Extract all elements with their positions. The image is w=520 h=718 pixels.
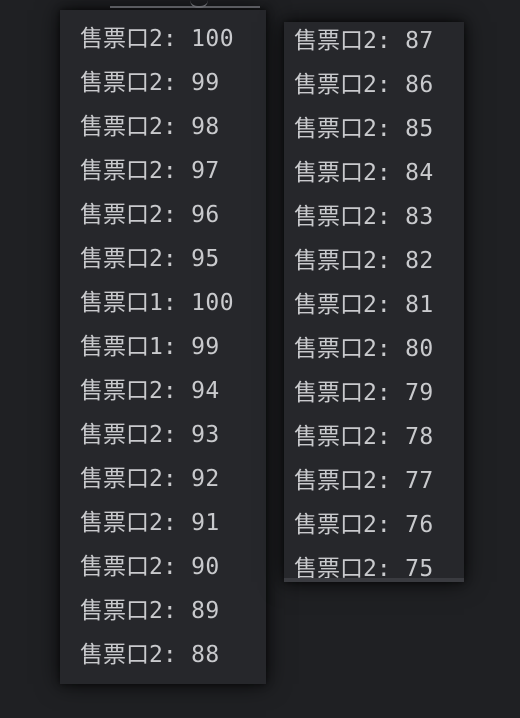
ticket-window-label: 售票口2: [294,248,391,274]
ticket-remaining-count: 95 [191,246,220,272]
ticket-window-label: 售票口2: [294,116,391,142]
ticket-remaining-count: 84 [405,160,434,186]
console-line: 售票口2: 82 [294,244,464,288]
ticket-remaining-count: 87 [405,28,434,54]
ticket-remaining-count: 98 [191,114,220,140]
console-line: 售票口2: 77 [294,464,464,508]
ticket-window-label: 售票口2: [294,512,391,538]
console-line: 售票口2: 89 [80,594,266,638]
ticket-remaining-count: 88 [191,642,220,668]
panel-bottom-edge [284,578,464,582]
console-line: 售票口2: 93 [80,418,266,462]
console-line: 售票口1: 99 [80,330,266,374]
ticket-window-label: 售票口2: [294,556,391,580]
ticket-remaining-count: 100 [191,290,235,316]
console-line: 售票口2: 94 [80,374,266,418]
ticket-window-label: 售票口2: [80,70,177,96]
ticket-remaining-count: 97 [191,158,220,184]
ticket-window-label: 售票口2: [80,158,177,184]
console-line: 售票口2: 92 [80,462,266,506]
ticket-remaining-count: 76 [405,512,434,538]
cropped-header-fragment [110,0,260,8]
ticket-remaining-count: 99 [191,334,220,360]
ticket-window-label: 售票口2: [80,378,177,404]
console-line: 售票口2: 91 [80,506,266,550]
ticket-window-label: 售票口2: [80,598,177,624]
console-line: 售票口2: 90 [80,550,266,594]
console-line: 售票口2: 81 [294,288,464,332]
ticket-window-label: 售票口2: [80,510,177,536]
ticket-remaining-count: 81 [405,292,434,318]
console-lines-right: 售票口2: 87 售票口2: 86 售票口2: 85 售票口2: 84 售票口2: 83… [294,24,464,580]
ticket-remaining-count: 75 [405,556,434,580]
ticket-remaining-count: 78 [405,424,434,450]
console-line: 售票口2: 87 [294,24,464,68]
ticket-remaining-count: 80 [405,336,434,362]
console-line: 售票口2: 85 [294,112,464,156]
ticket-remaining-count: 85 [405,116,434,142]
console-line: 售票口2: 78 [294,420,464,464]
ticket-window-label: 售票口2: [80,26,177,52]
ticket-remaining-count: 79 [405,380,434,406]
ticket-window-label: 售票口2: [80,466,177,492]
ticket-window-label: 售票口1: [80,334,177,360]
ticket-window-label: 售票口2: [294,204,391,230]
ticket-remaining-count: 92 [191,466,220,492]
ticket-remaining-count: 83 [405,204,434,230]
console-line: 售票口2: 97 [80,154,266,198]
console-line: 售票口2: 75 [294,552,464,580]
ticket-window-label: 售票口2: [80,422,177,448]
console-output-panel-right: 售票口2: 87 售票口2: 86 售票口2: 85 售票口2: 84 售票口2: 83… [284,22,464,582]
ticket-window-label: 售票口2: [294,160,391,186]
ticket-window-label: 售票口2: [294,380,391,406]
ticket-window-label: 售票口2: [294,28,391,54]
console-line: 售票口2: 100 [80,22,266,66]
ticket-window-label: 售票口2: [294,336,391,362]
ticket-window-label: 售票口2: [294,468,391,494]
ticket-window-label: 售票口2: [294,424,391,450]
ticket-window-label: 售票口2: [80,114,177,140]
ticket-remaining-count: 89 [191,598,220,624]
ticket-window-label: 售票口2: [80,554,177,580]
ticket-remaining-count: 99 [191,70,220,96]
console-line: 售票口2: 95 [80,242,266,286]
cropped-header-divider [110,6,260,8]
ticket-window-label: 售票口2: [80,246,177,272]
console-line: 售票口2: 76 [294,508,464,552]
ticket-remaining-count: 90 [191,554,220,580]
console-lines-left: 售票口2: 100 售票口2: 99 售票口2: 98 售票口2: 97 售票口2: 9… [80,22,266,682]
console-line: 售票口1: 100 [80,286,266,330]
ticket-window-label: 售票口2: [80,202,177,228]
ticket-remaining-count: 100 [191,26,235,52]
console-line: 售票口2: 86 [294,68,464,112]
console-line: 售票口2: 79 [294,376,464,420]
console-line: 售票口2: 84 [294,156,464,200]
console-output-panel-left: 售票口2: 100 售票口2: 99 售票口2: 98 售票口2: 97 售票口2: 9… [60,6,266,684]
ticket-window-label: 售票口2: [80,642,177,668]
ticket-remaining-count: 91 [191,510,220,536]
ticket-remaining-count: 77 [405,468,434,494]
ticket-remaining-count: 86 [405,72,434,98]
ticket-window-label: 售票口2: [294,72,391,98]
ticket-window-label: 售票口2: [294,292,391,318]
console-line: 售票口2: 96 [80,198,266,242]
console-line: 售票口2: 98 [80,110,266,154]
console-line: 售票口2: 80 [294,332,464,376]
console-line: 售票口2: 83 [294,200,464,244]
console-line: 售票口2: 99 [80,66,266,110]
console-line: 售票口2: 88 [80,638,266,682]
ticket-window-label: 售票口1: [80,290,177,316]
ticket-remaining-count: 93 [191,422,220,448]
ticket-remaining-count: 82 [405,248,434,274]
ticket-remaining-count: 94 [191,378,220,404]
ticket-remaining-count: 96 [191,202,220,228]
